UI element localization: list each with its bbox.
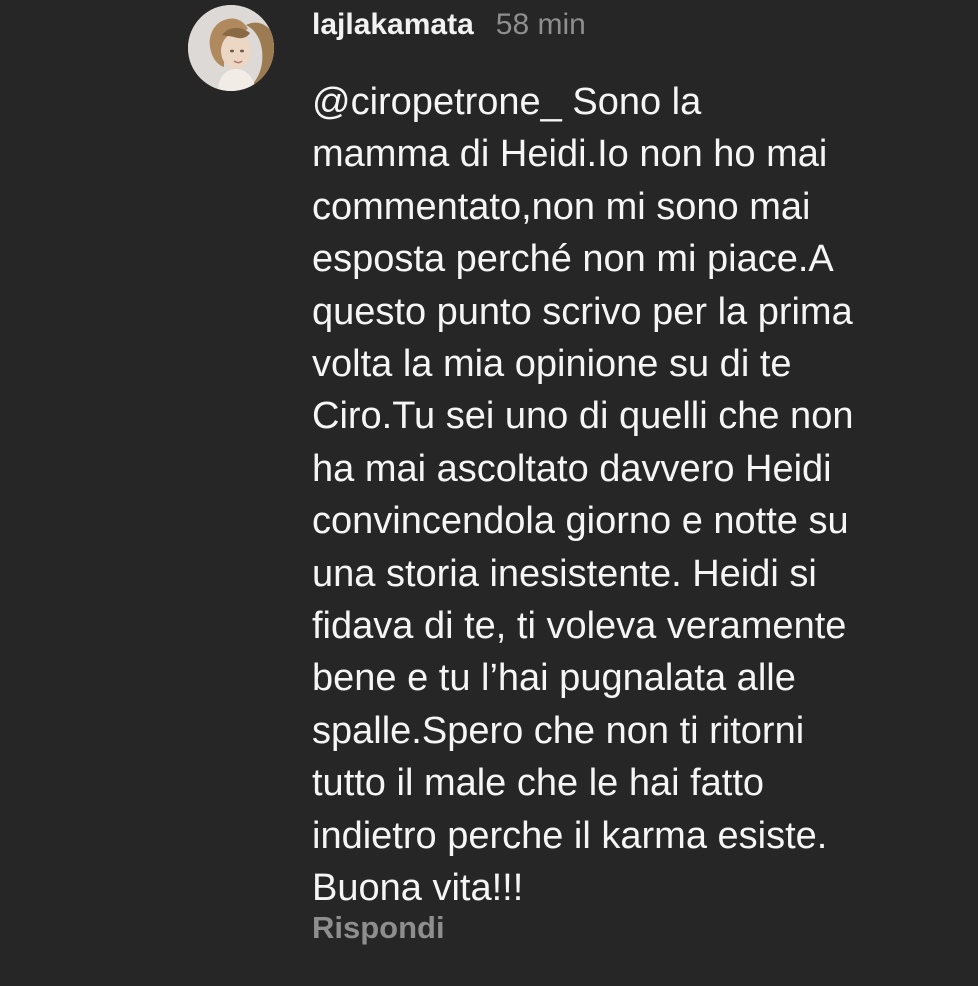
comment-line: bene e tu l’hai pugnalata alle bbox=[312, 657, 796, 700]
comment-line: esposta perché non mi piace.A bbox=[312, 238, 834, 281]
comment-line: indietro perche il karma esiste. bbox=[312, 814, 828, 857]
comment-line: spalle.Spero che non ti ritorni bbox=[312, 709, 805, 752]
comment-line: ha mai ascoltato davvero Heidi bbox=[312, 447, 832, 490]
comment-line: commentato,non mi sono mai bbox=[312, 185, 811, 228]
comment-line: volta la mia opinione su di te bbox=[312, 343, 792, 386]
username-link[interactable]: lajlakamata bbox=[312, 8, 474, 42]
comment-line: Buona vita!!! bbox=[312, 867, 524, 910]
comment-line: una storia inesistente. Heidi si bbox=[312, 552, 817, 595]
comment-line: mamma di Heidi.Io non ho mai bbox=[312, 133, 828, 176]
comment-line: convincendola giorno e notte su bbox=[312, 500, 849, 543]
comment-line: questo punto scrivo per la prima bbox=[312, 290, 853, 333]
comment-header: lajlakamata 58 min bbox=[312, 8, 586, 48]
comment-line: fidava di te, ti voleva veramente bbox=[312, 605, 847, 648]
comment-text: @ciropetrone_ Sono la mamma di Heidi.Io … bbox=[312, 76, 952, 915]
timestamp: 58 min bbox=[495, 8, 586, 41]
reply-button[interactable]: Rispondi bbox=[312, 910, 445, 946]
comment-line: Ciro.Tu sei uno di quelli che non bbox=[312, 395, 854, 438]
comment: lajlakamata 58 min @ciropetrone_ Sono la… bbox=[0, 0, 978, 986]
avatar[interactable] bbox=[188, 5, 274, 91]
comment-line: tutto il male che le hai fatto bbox=[312, 762, 765, 805]
comment-line: @ciropetrone_ Sono la bbox=[312, 81, 702, 123]
profile-photo-icon bbox=[188, 5, 274, 91]
